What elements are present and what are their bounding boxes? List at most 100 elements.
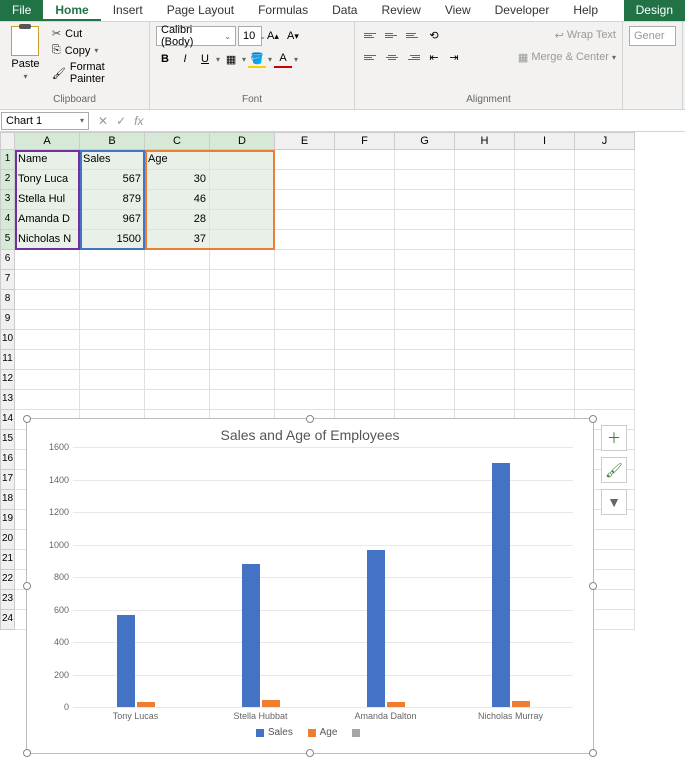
cell[interactable] <box>145 290 210 310</box>
cell[interactable]: 879 <box>80 190 145 210</box>
bold-button[interactable]: B <box>156 50 174 68</box>
cell[interactable] <box>455 370 515 390</box>
cell[interactable] <box>455 270 515 290</box>
chart-handle[interactable] <box>306 749 314 757</box>
column-header-b[interactable]: B <box>80 132 145 150</box>
chart-handle[interactable] <box>589 415 597 423</box>
cell[interactable] <box>455 250 515 270</box>
cell[interactable] <box>515 350 575 370</box>
cell[interactable] <box>145 270 210 290</box>
column-header-d[interactable]: D <box>210 132 275 150</box>
cell[interactable] <box>455 170 515 190</box>
fill-color-button[interactable]: 🪣 <box>248 50 266 68</box>
cell[interactable] <box>575 310 635 330</box>
cell[interactable] <box>80 270 145 290</box>
cell[interactable] <box>575 230 635 250</box>
row-header[interactable]: 14 <box>0 410 15 430</box>
select-all-corner[interactable] <box>0 132 15 150</box>
column-header-e[interactable]: E <box>275 132 335 150</box>
cell[interactable] <box>395 150 455 170</box>
cell[interactable] <box>455 290 515 310</box>
cell[interactable] <box>335 270 395 290</box>
cell[interactable]: Name <box>15 150 80 170</box>
cell[interactable] <box>515 370 575 390</box>
bar-age[interactable] <box>387 702 405 707</box>
cell[interactable] <box>15 330 80 350</box>
cell[interactable] <box>575 350 635 370</box>
cell[interactable] <box>210 230 275 250</box>
cell[interactable] <box>395 270 455 290</box>
merge-center-button[interactable]: ▦Merge & Center▾ <box>518 51 616 64</box>
row-header[interactable]: 22 <box>0 570 15 590</box>
row-header[interactable]: 11 <box>0 350 15 370</box>
cell[interactable] <box>145 350 210 370</box>
cell[interactable] <box>575 330 635 350</box>
wrap-text-button[interactable]: ↩Wrap Text <box>555 29 616 42</box>
cell[interactable] <box>275 250 335 270</box>
cancel-button[interactable]: ✕ <box>98 114 108 128</box>
row-header[interactable]: 13 <box>0 390 15 410</box>
row-header[interactable]: 18 <box>0 490 15 510</box>
row-header[interactable]: 7 <box>0 270 15 290</box>
cell[interactable] <box>145 310 210 330</box>
cell[interactable] <box>395 330 455 350</box>
cell[interactable] <box>15 310 80 330</box>
align-right-button[interactable] <box>403 48 423 66</box>
cell[interactable] <box>395 250 455 270</box>
cell[interactable] <box>455 230 515 250</box>
cell[interactable] <box>145 330 210 350</box>
chart-handle[interactable] <box>23 415 31 423</box>
cell[interactable] <box>210 290 275 310</box>
cell[interactable] <box>80 330 145 350</box>
row-header[interactable]: 6 <box>0 250 15 270</box>
cell[interactable] <box>210 170 275 190</box>
cell[interactable] <box>395 290 455 310</box>
row-header[interactable]: 24 <box>0 610 15 630</box>
row-header[interactable]: 9 <box>0 310 15 330</box>
cell[interactable]: 967 <box>80 210 145 230</box>
cell[interactable] <box>145 250 210 270</box>
cell[interactable] <box>455 390 515 410</box>
cell[interactable] <box>15 390 80 410</box>
cell[interactable] <box>210 150 275 170</box>
cell[interactable] <box>80 370 145 390</box>
cell[interactable] <box>395 170 455 190</box>
paste-button[interactable]: Paste ▾ <box>6 26 45 82</box>
align-left-button[interactable] <box>361 48 381 66</box>
cell[interactable] <box>275 310 335 330</box>
cell[interactable] <box>335 370 395 390</box>
cell[interactable] <box>515 230 575 250</box>
cell[interactable] <box>395 350 455 370</box>
chart-filters-button[interactable]: ▼ <box>601 489 627 515</box>
bar-sales[interactable] <box>492 463 510 707</box>
row-header[interactable]: 19 <box>0 510 15 530</box>
cell[interactable] <box>80 390 145 410</box>
align-top-button[interactable] <box>361 26 381 44</box>
cell[interactable] <box>275 210 335 230</box>
cell[interactable] <box>210 190 275 210</box>
row-header[interactable]: 15 <box>0 430 15 450</box>
cell[interactable] <box>15 350 80 370</box>
tab-file[interactable]: File <box>0 0 43 21</box>
cell[interactable] <box>395 190 455 210</box>
tab-design[interactable]: Design <box>624 0 685 21</box>
cell[interactable] <box>335 310 395 330</box>
cell[interactable] <box>275 330 335 350</box>
bar-age[interactable] <box>262 700 280 707</box>
cell[interactable]: 28 <box>145 210 210 230</box>
cell[interactable] <box>515 190 575 210</box>
cell[interactable] <box>335 210 395 230</box>
enter-button[interactable]: ✓ <box>116 114 126 128</box>
cell[interactable] <box>80 310 145 330</box>
cell[interactable] <box>275 290 335 310</box>
cell[interactable] <box>15 370 80 390</box>
row-header[interactable]: 12 <box>0 370 15 390</box>
chart-elements-button[interactable]: ＋ <box>601 425 627 451</box>
bar-sales[interactable] <box>242 564 260 707</box>
cell[interactable]: Age <box>145 150 210 170</box>
cell[interactable] <box>395 370 455 390</box>
chevron-down-icon[interactable]: ▾ <box>294 55 298 64</box>
cell[interactable] <box>210 330 275 350</box>
cell[interactable] <box>575 210 635 230</box>
cell[interactable] <box>395 230 455 250</box>
